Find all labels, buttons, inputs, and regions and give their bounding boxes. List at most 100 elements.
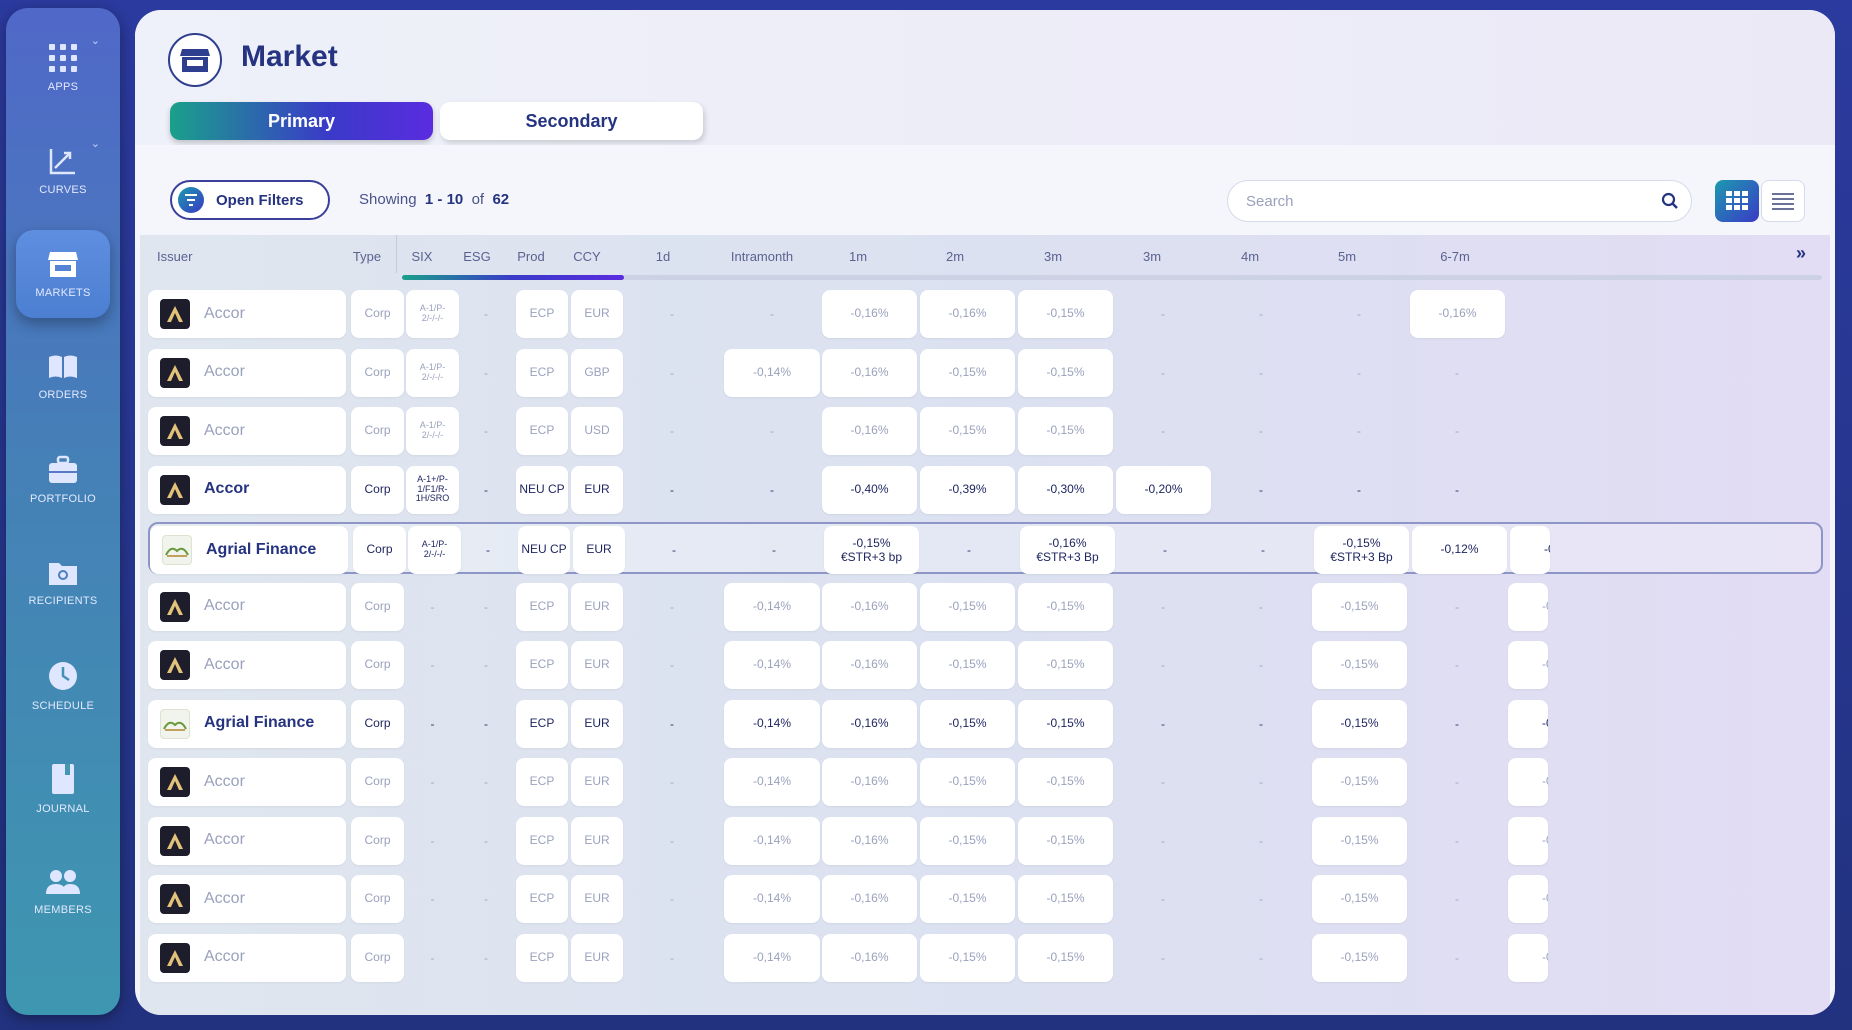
column-header[interactable]: 3m <box>1044 249 1062 264</box>
table-row[interactable]: Accor Corp ECP EUR - - - -0,14% -0,16% -0,15% -0,1… <box>148 932 1823 984</box>
table-row[interactable]: Accor Corp ECP EUR - - - -0,14% -0,16% -0,15% -0,1… <box>148 581 1823 633</box>
sidebar-item-portfolio[interactable]: PORTFOLIO <box>16 436 110 524</box>
table-row[interactable]: Accor Corp ECP EUR A-1/P- 2/-/-/- - - - -0,16% -0,… <box>148 288 1823 340</box>
rate-cell[interactable]: -0,16% <box>822 933 917 982</box>
column-header[interactable]: Type <box>353 249 381 264</box>
rate-cell[interactable]: -0,16% <box>822 290 917 338</box>
rate-cell[interactable]: -0,16% €STR+3 Bp <box>1020 526 1115 574</box>
rate-cell[interactable]: -0,16% <box>822 875 917 923</box>
rate-cell-clipped[interactable]: -0, <box>1508 875 1548 923</box>
rate-cell[interactable]: -0,15% <box>1312 816 1407 865</box>
rate-cell[interactable]: -0,15% <box>1018 641 1113 689</box>
rate-cell[interactable]: -0,14% <box>724 348 820 397</box>
rate-cell-clipped[interactable]: -0, <box>1508 582 1548 631</box>
rate-cell[interactable]: -0,15% <box>920 758 1015 806</box>
column-header[interactable]: ESG <box>463 249 490 264</box>
rate-cell-clipped[interactable]: -0, <box>1508 816 1548 865</box>
sidebar-item-journal[interactable]: JOURNAL <box>16 745 110 833</box>
rate-cell-clipped[interactable]: -0, <box>1508 758 1548 806</box>
column-header[interactable]: 6-7m <box>1440 249 1470 264</box>
rate-cell[interactable]: -0,16% <box>822 641 917 689</box>
rate-cell[interactable]: -0,15% <box>920 875 1015 923</box>
table-row[interactable]: Agrial Finance Corp ECP EUR - - - -0,14% -0,16% -… <box>148 698 1823 750</box>
sidebar-item-recipients[interactable]: RECIPIENTS <box>16 539 110 627</box>
rate-cell-clipped[interactable]: -0, <box>1510 526 1550 574</box>
rate-cell[interactable]: -0,15% <box>1018 407 1113 455</box>
rate-cell[interactable]: -0,15% <box>920 348 1015 397</box>
sidebar-item-orders[interactable]: ORDERS <box>16 333 110 421</box>
rate-cell[interactable]: -0,15% <box>920 582 1015 631</box>
rate-cell[interactable]: -0,15% <box>1018 875 1113 923</box>
chevron-down-icon[interactable]: ⌄ <box>91 137 100 150</box>
sidebar-item-schedule[interactable]: SCHEDULE <box>16 642 110 730</box>
rate-cell[interactable]: -0,15% <box>1312 933 1407 982</box>
column-header[interactable]: 3m <box>1143 249 1161 264</box>
rate-cell[interactable]: -0,30% <box>1018 465 1113 514</box>
rate-cell[interactable]: -0,15% <box>1312 758 1407 806</box>
issuer-cell[interactable]: Accor <box>148 465 346 514</box>
rate-cell[interactable]: -0,15% <box>1018 348 1113 397</box>
issuer-cell[interactable]: Accor <box>148 933 346 982</box>
rate-cell[interactable]: -0,16% <box>1410 290 1505 338</box>
table-row[interactable]: Accor Corp ECP USD A-1/P- 2/-/-/- - - - -0,16% -0,… <box>148 405 1823 457</box>
table-row[interactable]: Accor Corp NEU CP EUR A-1+/P- 1/F1/R- 1H/SRO - -… <box>148 464 1823 516</box>
search-icon[interactable] <box>1661 192 1679 210</box>
rate-cell[interactable]: -0,14% <box>724 816 820 865</box>
rate-cell[interactable]: -0,15% <box>1018 933 1113 982</box>
rate-cell[interactable]: -0,16% <box>822 758 917 806</box>
rate-cell[interactable]: -0,15% <box>1312 699 1407 748</box>
chevron-down-icon[interactable]: ⌄ <box>91 34 100 47</box>
rate-cell[interactable]: -0,16% <box>822 582 917 631</box>
scrollbar-thumb[interactable] <box>402 275 624 280</box>
rate-cell[interactable]: -0,15% €STR+3 Bp <box>1314 526 1409 574</box>
table-row[interactable]: Accor Corp ECP GBP A-1/P- 2/-/-/- - - -0,14% -0,1… <box>148 347 1823 399</box>
rate-cell[interactable]: -0,15% <box>920 699 1015 748</box>
list-view-button[interactable] <box>1761 180 1805 222</box>
rate-cell[interactable]: -0,15% <box>1018 582 1113 631</box>
issuer-cell[interactable]: Accor <box>148 348 346 397</box>
sidebar-item-members[interactable]: MEMBERS <box>16 848 110 936</box>
rate-cell[interactable]: -0,14% <box>724 933 820 982</box>
rate-cell[interactable]: -0,15% <box>1018 816 1113 865</box>
sidebar-item-markets[interactable]: MARKETS <box>16 230 110 318</box>
rate-cell-clipped[interactable]: -0, <box>1508 641 1548 689</box>
sidebar-item-curves[interactable]: CURVES ⌄ <box>16 127 110 215</box>
issuer-cell[interactable]: Accor <box>148 641 346 689</box>
rate-cell[interactable]: -0,14% <box>724 758 820 806</box>
issuer-cell[interactable]: Accor <box>148 582 346 631</box>
rate-cell-clipped[interactable]: -0, <box>1508 933 1548 982</box>
rate-cell[interactable]: -0,16% <box>822 816 917 865</box>
column-header[interactable]: 2m <box>946 249 964 264</box>
rate-cell[interactable]: -0,40% <box>822 465 917 514</box>
rate-cell[interactable]: -0,15% <box>1018 758 1113 806</box>
rate-cell[interactable]: -0,15% <box>1312 875 1407 923</box>
table-row[interactable]: Accor Corp ECP EUR - - - -0,14% -0,16% -0,15% -0,1… <box>148 873 1823 925</box>
table-row[interactable]: Accor Corp ECP EUR - - - -0,14% -0,16% -0,15% -0,1… <box>148 756 1823 808</box>
column-header[interactable]: 4m <box>1241 249 1259 264</box>
issuer-cell[interactable]: Accor <box>148 816 346 865</box>
rate-cell[interactable]: -0,15% <box>1312 582 1407 631</box>
issuer-cell[interactable]: Accor <box>148 290 346 338</box>
sidebar-item-apps[interactable]: APPS ⌄ <box>16 24 110 112</box>
rate-cell[interactable]: -0,12% <box>1412 526 1507 574</box>
column-header[interactable]: Prod <box>517 249 544 264</box>
rate-cell[interactable]: -0,14% <box>724 582 820 631</box>
issuer-cell[interactable]: Agrial Finance <box>150 526 348 574</box>
rate-cell[interactable]: -0,15% <box>920 407 1015 455</box>
rate-cell[interactable]: -0,15% <box>920 933 1015 982</box>
rate-cell[interactable]: -0,15% <box>1312 641 1407 689</box>
rate-cell[interactable]: -0,39% <box>920 465 1015 514</box>
rate-cell[interactable]: -0,15% <box>1018 699 1113 748</box>
rate-cell[interactable]: -0,20% <box>1116 465 1211 514</box>
rate-cell[interactable]: -0,16% <box>822 407 917 455</box>
table-row[interactable]: Accor Corp ECP EUR - - - -0,14% -0,16% -0,15% -0,1… <box>148 815 1823 867</box>
open-filters-button[interactable]: Open Filters <box>170 180 330 220</box>
rate-cell[interactable]: -0,14% <box>724 875 820 923</box>
issuer-cell[interactable]: Accor <box>148 407 346 455</box>
search-input[interactable] <box>1246 192 1661 210</box>
issuer-cell[interactable]: Accor <box>148 758 346 806</box>
rate-cell-clipped[interactable]: -0 <box>1508 699 1548 748</box>
rate-cell[interactable]: -0,14% <box>724 699 820 748</box>
grid-view-button[interactable] <box>1715 180 1759 222</box>
column-header[interactable]: SIX <box>412 249 433 264</box>
